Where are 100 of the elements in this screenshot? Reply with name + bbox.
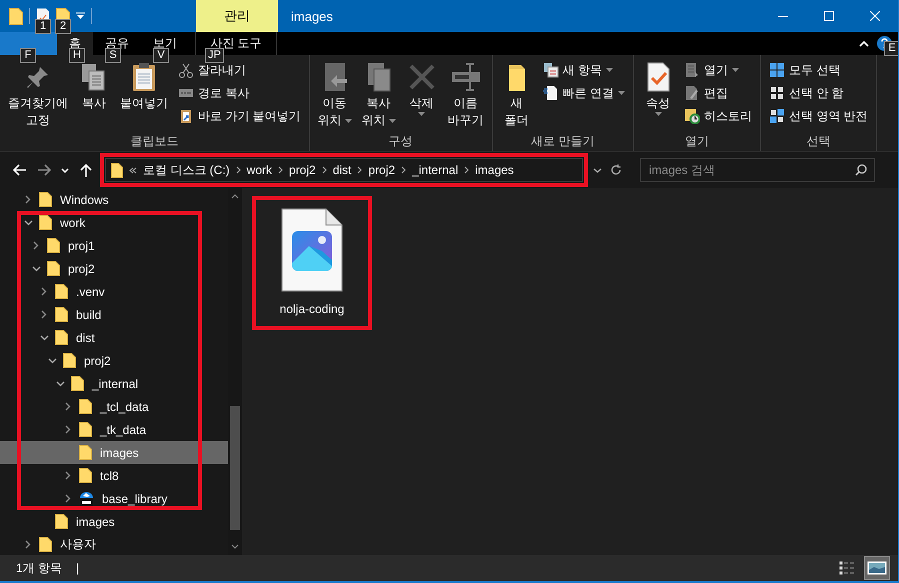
image-file-icon <box>281 208 343 292</box>
ribbon-button[interactable]: 바로 가기 붙여넣기 <box>174 105 305 127</box>
chevron-down-icon[interactable] <box>48 358 56 364</box>
tree-item[interactable]: _tk_data <box>0 418 228 441</box>
ribbon-button[interactable]: 이동 위치 <box>314 59 356 133</box>
address-bar[interactable]: 로컬 디스크 (C:) work proj2 dist proj2 _internal images <box>105 158 583 182</box>
tree-item[interactable]: .venv <box>0 280 228 303</box>
ribbon-button[interactable]: 이름 바꾸기 <box>444 59 488 133</box>
scissors-icon <box>178 62 194 78</box>
ribbon-button[interactable]: 경로 복사 <box>174 82 305 104</box>
chevron-down-icon[interactable] <box>40 334 48 340</box>
document-icon <box>542 85 559 101</box>
open-icon <box>684 62 700 78</box>
tree-item[interactable]: base_library <box>0 487 228 510</box>
chevron-right-icon[interactable] <box>65 494 71 503</box>
breadcrumb[interactable]: proj2 <box>368 163 396 177</box>
chevron-right-icon[interactable] <box>41 310 47 319</box>
large-icons-view-button[interactable] <box>864 556 890 580</box>
folder-icon <box>39 215 52 230</box>
tree-item[interactable]: Windows <box>0 188 228 211</box>
folder-icon <box>39 192 52 207</box>
tree-item[interactable]: build <box>0 303 228 326</box>
window-title: images <box>290 8 334 26</box>
chevron-right-icon[interactable] <box>65 402 71 411</box>
chevron-right-icon[interactable] <box>25 540 31 549</box>
scrollbar-thumb[interactable] <box>230 406 240 530</box>
chevron-down-icon[interactable] <box>24 220 32 226</box>
chevron-down-icon[interactable] <box>56 380 64 386</box>
item-count: 1개 항목 <box>16 560 62 576</box>
folder-icon <box>79 445 92 460</box>
group-label: 선택 <box>805 133 832 150</box>
large-icons-view-icon <box>867 561 887 575</box>
chevron-down-icon[interactable] <box>32 266 40 272</box>
folder-icon <box>47 261 60 276</box>
breadcrumb[interactable]: dist <box>332 163 352 177</box>
tree-item[interactable]: _internal <box>0 372 228 395</box>
ribbon-button[interactable]: 복사 위치 <box>358 59 400 133</box>
select-all-icon <box>769 62 786 78</box>
tree-item[interactable]: work <box>0 211 228 234</box>
group-label: 구성 <box>388 133 414 150</box>
search-field[interactable]: images 검색 <box>640 158 875 182</box>
ribbon-button[interactable]: 열기 <box>680 59 756 81</box>
shortcut-tooltip: JP <box>205 48 224 63</box>
tree-item[interactable]: 사용자 <box>0 533 228 555</box>
edit-icon <box>684 85 700 101</box>
folder-icon <box>47 238 60 253</box>
chevron-right-icon[interactable] <box>65 425 71 434</box>
breadcrumb[interactable]: proj2 <box>289 163 316 177</box>
ribbon-button[interactable]: 새 항목 <box>538 59 630 81</box>
chevron-right-icon <box>278 166 284 174</box>
context-tab-header: 관리 <box>196 0 278 32</box>
ribbon-button[interactable]: 빠른 연결 <box>538 82 630 104</box>
breadcrumb[interactable]: _internal <box>412 163 458 177</box>
file-item[interactable]: nolja-coding <box>260 204 364 322</box>
scroll-up-icon[interactable] <box>231 194 239 199</box>
folder-icon <box>79 399 92 414</box>
shortcut-tooltip: H <box>69 48 85 63</box>
collapse-ribbon-icon[interactable] <box>859 40 869 46</box>
tree-item[interactable]: proj1 <box>0 234 228 257</box>
shortcut-tooltip: 2 <box>55 19 71 34</box>
customize-caret-icon[interactable] <box>76 12 85 20</box>
folder-icon <box>71 376 84 391</box>
chevron-right-icon <box>322 166 327 174</box>
chevron-right-icon <box>464 166 470 174</box>
chevron-down-icon <box>592 168 602 172</box>
chevron-right-icon[interactable] <box>65 471 71 480</box>
ribbon-button[interactable]: 속성 <box>638 59 678 133</box>
double-chevron-icon[interactable] <box>129 166 137 174</box>
folder-icon <box>63 353 76 368</box>
folder-icon <box>55 330 68 345</box>
breadcrumb[interactable]: 로컬 디스크 (C:) <box>143 162 230 178</box>
chevron-down-icon <box>61 168 69 172</box>
folder-icon <box>55 284 68 299</box>
group-label: 열기 <box>684 133 710 150</box>
chevron-right-icon[interactable] <box>33 241 39 250</box>
folder-icon <box>111 162 123 178</box>
folder-icon <box>55 514 68 529</box>
chevron-right-icon[interactable] <box>25 195 31 204</box>
tree-item[interactable]: images <box>0 441 228 464</box>
tree-item[interactable]: images <box>0 510 228 533</box>
ribbon-button[interactable]: 히스토리 <box>680 105 756 127</box>
shortcut-tooltip: V <box>153 48 169 63</box>
ribbon-button[interactable]: 선택 영역 반전 <box>765 105 872 127</box>
folder-icon <box>9 8 23 24</box>
ribbon-button[interactable]: 선택 안 함 <box>765 82 872 104</box>
tree-item[interactable]: _tcl_data <box>0 395 228 418</box>
tree-item[interactable]: tcl8 <box>0 464 228 487</box>
folder-icon <box>39 537 52 552</box>
chevron-right-icon <box>357 166 362 174</box>
breadcrumb[interactable]: work <box>246 163 272 177</box>
chevron-right-icon[interactable] <box>41 287 47 296</box>
breadcrumb[interactable]: images <box>475 163 514 177</box>
tree-item[interactable]: proj2 <box>0 349 228 372</box>
tree-item[interactable]: proj2 <box>0 257 228 280</box>
ribbon-button[interactable]: 모두 선택 <box>765 59 872 81</box>
ribbon-button[interactable]: 새 폴더 <box>496 59 537 133</box>
tree-item[interactable]: dist <box>0 326 228 349</box>
ribbon-button[interactable]: 편집 <box>680 82 756 104</box>
ribbon-button[interactable]: 삭제 <box>402 59 442 133</box>
scroll-down-icon[interactable] <box>231 544 239 549</box>
